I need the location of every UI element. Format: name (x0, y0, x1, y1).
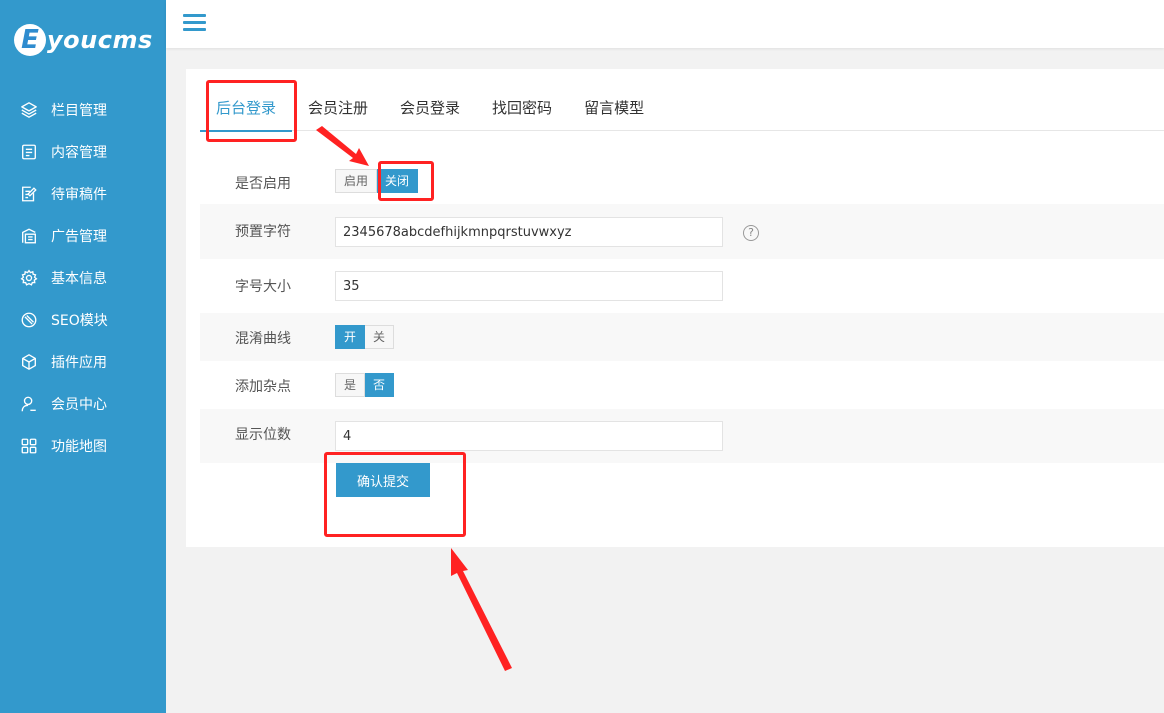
tab-message-model[interactable]: 留言模型 (568, 87, 660, 131)
sidebar-item-label: SEO模块 (51, 313, 108, 329)
layers-icon (21, 102, 37, 118)
curve-option-off[interactable]: 关 (365, 325, 395, 349)
enable-label: 是否启用 (235, 176, 291, 192)
sidebar: E youcms 栏目管理 内容管理 待审稿件 广告管理 基本信息 SEO模块 (0, 0, 166, 713)
sidebar-item-label: 会员中心 (51, 397, 107, 413)
tab-recover-password[interactable]: 找回密码 (476, 87, 568, 131)
sidebar-item-label: 广告管理 (51, 229, 107, 245)
gear-icon (20, 269, 38, 286)
sidebar-item-label: 栏目管理 (51, 103, 107, 119)
sidebar-item-label: 基本信息 (51, 271, 107, 287)
font-size-input[interactable] (335, 271, 723, 301)
sidebar-item-pending[interactable]: 待审稿件 (0, 173, 166, 215)
sidebar-item-seo[interactable]: SEO模块 (0, 299, 166, 341)
sidebar-item-columns[interactable]: 栏目管理 (0, 89, 166, 131)
form-row-enable: 是否启用 启用 关闭 (200, 156, 1164, 204)
logo-text: youcms (47, 26, 153, 54)
form-row-charset: 预置字符 ? (200, 204, 1164, 259)
sidebar-nav: 栏目管理 内容管理 待审稿件 广告管理 基本信息 SEO模块 插件应用 会员中心… (0, 89, 166, 467)
question-circle-icon[interactable]: ? (743, 225, 759, 241)
noise-option-yes[interactable]: 是 (335, 373, 366, 397)
enable-option-off[interactable]: 关闭 (377, 169, 419, 193)
sidebar-item-members[interactable]: 会员中心 (0, 383, 166, 425)
noise-toggle[interactable]: 是 否 (335, 373, 395, 397)
logo-mark: E (14, 24, 46, 56)
charset-input[interactable] (335, 217, 723, 247)
curve-label: 混淆曲线 (235, 331, 291, 347)
noise-option-no[interactable]: 否 (365, 373, 395, 397)
sidebar-item-plugins[interactable]: 插件应用 (0, 341, 166, 383)
digits-input[interactable] (335, 421, 723, 451)
form-row-curve: 混淆曲线 开 关 (200, 313, 1164, 361)
charset-label: 预置字符 (235, 224, 291, 240)
curve-option-on[interactable]: 开 (335, 325, 366, 349)
enable-option-on[interactable]: 启用 (335, 169, 378, 193)
annotation-arrow-up-to-submit (451, 548, 512, 671)
noise-label: 添加杂点 (235, 379, 291, 395)
font-size-label: 字号大小 (235, 279, 291, 295)
document-icon (22, 144, 36, 160)
grid-icon (21, 438, 37, 454)
tab-member-register[interactable]: 会员注册 (292, 87, 384, 131)
sidebar-item-label: 待审稿件 (51, 187, 107, 203)
curve-toggle[interactable]: 开 关 (335, 325, 395, 349)
form-row-font-size: 字号大小 (200, 259, 1164, 313)
sidebar-item-label: 内容管理 (51, 145, 107, 161)
top-bar (166, 0, 1164, 48)
ad-icon (22, 228, 36, 244)
tab-member-login[interactable]: 会员登录 (384, 87, 476, 131)
form-row-digits: 显示位数 (200, 409, 1164, 463)
digits-label: 显示位数 (235, 427, 291, 443)
tab-bar: 后台登录 会员注册 会员登录 找回密码 留言模型 (200, 87, 1164, 132)
sidebar-item-content[interactable]: 内容管理 (0, 131, 166, 173)
edit-document-icon (22, 186, 37, 202)
cube-icon (22, 354, 36, 370)
user-icon (21, 396, 36, 412)
menu-toggle-icon[interactable] (183, 14, 206, 34)
sidebar-item-basic-info[interactable]: 基本信息 (0, 257, 166, 299)
submit-button[interactable]: 确认提交 (336, 463, 430, 497)
logo[interactable]: E youcms (14, 20, 153, 60)
sidebar-item-feature-map[interactable]: 功能地图 (0, 425, 166, 467)
seo-icon (21, 312, 37, 328)
enable-toggle[interactable]: 启用 关闭 (335, 169, 419, 193)
sidebar-item-label: 功能地图 (51, 439, 107, 455)
form-row-noise: 添加杂点 是 否 (200, 361, 1164, 409)
sidebar-item-label: 插件应用 (51, 355, 107, 371)
sidebar-item-ads[interactable]: 广告管理 (0, 215, 166, 257)
settings-panel: 后台登录 会员注册 会员登录 找回密码 留言模型 是否启用 启用 关闭 预置字符… (186, 69, 1164, 547)
tab-admin-login[interactable]: 后台登录 (200, 87, 293, 132)
